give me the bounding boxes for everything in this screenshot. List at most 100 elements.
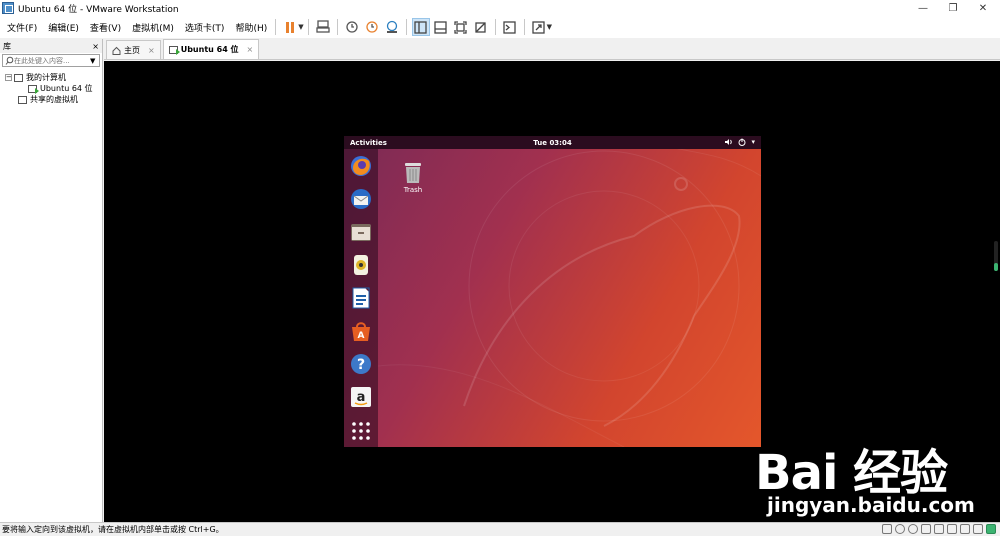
toolbar-separator [307,19,309,35]
menu-vm[interactable]: 虚拟机(M) [128,21,178,34]
chevron-down-icon: ▾ [751,138,755,146]
revert-snapshot-button[interactable] [363,18,381,36]
window-title: Ubuntu 64 位 - VMware Workstation [18,4,179,15]
library-header: 库 × [0,39,102,53]
tree-item-label: 共享的虚拟机 [30,95,78,104]
sound-icon[interactable] [947,524,957,534]
chevron-down-icon[interactable]: ▼ [547,23,552,31]
ubuntu-dock: A ? a [344,149,378,447]
display-icon[interactable] [973,524,983,534]
rhythmbox-icon[interactable] [349,253,373,277]
minimize-button[interactable]: — [908,0,938,16]
scroll-indicator[interactable] [994,241,998,271]
cd-dvd-icon[interactable] [895,524,905,534]
menu-edit[interactable]: 编辑(E) [44,21,83,34]
files-icon[interactable] [349,220,373,244]
menu-help[interactable]: 帮助(H) [231,21,271,34]
vmware-logo-icon [2,2,14,14]
writer-icon[interactable] [349,286,373,310]
device-icons [882,524,996,534]
fit-guest-icon [454,20,467,34]
search-input[interactable] [14,56,90,65]
toolbar-separator [405,19,407,35]
firefox-icon[interactable] [349,154,373,178]
tab-label: Ubuntu 64 位 [180,45,239,54]
toolbar-separator [275,19,277,35]
message-log-icon[interactable] [986,524,996,534]
console-icon [503,20,516,34]
toolbar-separator [523,19,525,35]
desktop-trash[interactable]: Trash [399,160,427,194]
pause-button[interactable] [281,18,299,36]
tab-home[interactable]: 主页 × [106,40,161,59]
tree-item-shared-vms[interactable]: 共享的虚拟机 [0,94,102,105]
title-bar: Ubuntu 64 位 - VMware Workstation — ❐ ✕ [0,0,1000,16]
tab-ubuntu[interactable]: Ubuntu 64 位 × [162,39,260,59]
baidu-watermark: Bai 经验 jingyan.baidu.com [755,425,995,520]
system-tray[interactable]: ▾ [724,138,755,146]
status-message: 要将输入定向到该虚拟机，请在虚拟机内部单击或按 Ctrl+G。 [2,525,224,534]
running-vm-icon [168,45,180,55]
network-icon[interactable] [921,524,931,534]
tree-item-ubuntu[interactable]: Ubuntu 64 位 [0,83,102,94]
tab-close-icon[interactable]: × [247,45,254,54]
send-ctrl-alt-del-icon [315,20,330,33]
menu-file[interactable]: 文件(F) [3,21,41,34]
tab-close-icon[interactable]: × [148,46,155,55]
volume-icon [725,139,733,145]
chevron-down-icon[interactable]: ▼ [90,57,95,65]
power-icon [738,138,746,146]
toolbar-separator [494,19,496,35]
menu-view[interactable]: 查看(V) [86,21,125,34]
snapshot-manager-button[interactable] [383,18,401,36]
tree-item-label: Ubuntu 64 位 [40,84,93,93]
computer-icon [14,73,23,82]
close-button[interactable]: ✕ [968,0,998,16]
send-ctrl-alt-del-button[interactable] [314,18,332,36]
floppy-icon[interactable] [908,524,918,534]
svg-text:?: ? [357,357,365,373]
menu-tabs[interactable]: 选项卡(T) [181,21,229,34]
free-stretch-button[interactable] [472,18,490,36]
fit-guest-button[interactable] [452,18,470,36]
tab-bar: 主页 × Ubuntu 64 位 × [104,39,1000,60]
snapshot-icon [345,21,358,33]
svg-text:A: A [358,331,365,341]
free-stretch-icon [475,21,486,33]
usb-icon[interactable] [934,524,944,534]
library-close-button[interactable]: × [92,42,99,51]
watermark-url: jingyan.baidu.com [767,493,975,517]
thumbnail-view-button[interactable] [432,18,450,36]
snapshot-manager-icon [386,20,397,33]
clock[interactable]: Tue 03:04 [344,139,761,147]
printer-icon[interactable] [960,524,970,534]
library-tree: − 我的计算机 Ubuntu 64 位 共享的虚拟机 [0,68,102,105]
snapshot-button[interactable] [343,18,361,36]
collapse-icon[interactable]: − [5,74,12,81]
tree-item-my-computer[interactable]: − 我的计算机 [0,72,102,83]
toolbar-separator [336,19,338,35]
software-center-icon[interactable]: A [349,319,373,343]
shared-vm-icon [18,95,27,104]
library-view-button[interactable] [411,18,430,36]
home-icon [112,46,121,55]
library-view-icon [414,20,427,34]
hard-disk-icon[interactable] [882,524,892,534]
search-icon [5,56,14,65]
chevron-down-icon[interactable]: ▼ [298,23,303,31]
library-search[interactable]: ▼ [2,54,100,67]
trash-icon [405,163,421,183]
thunderbird-icon[interactable] [349,187,373,211]
help-icon[interactable]: ? [349,352,373,376]
library-title: 库 [3,41,11,51]
revert-snapshot-icon [365,21,378,33]
fullscreen-button[interactable] [530,18,548,36]
trash-label: Trash [403,186,423,194]
maximize-button[interactable]: ❐ [938,0,968,16]
console-view-button[interactable] [501,18,519,36]
tab-label: 主页 [124,45,140,55]
show-apps-icon[interactable] [349,419,373,443]
menu-bar: 文件(F) 编辑(E) 查看(V) 虚拟机(M) 选项卡(T) 帮助(H) ▼ [0,16,1000,38]
amazon-icon[interactable]: a [349,385,373,409]
ubuntu-desktop[interactable]: Activities Tue 03:04 ▾ A ? a Trash [344,136,761,447]
